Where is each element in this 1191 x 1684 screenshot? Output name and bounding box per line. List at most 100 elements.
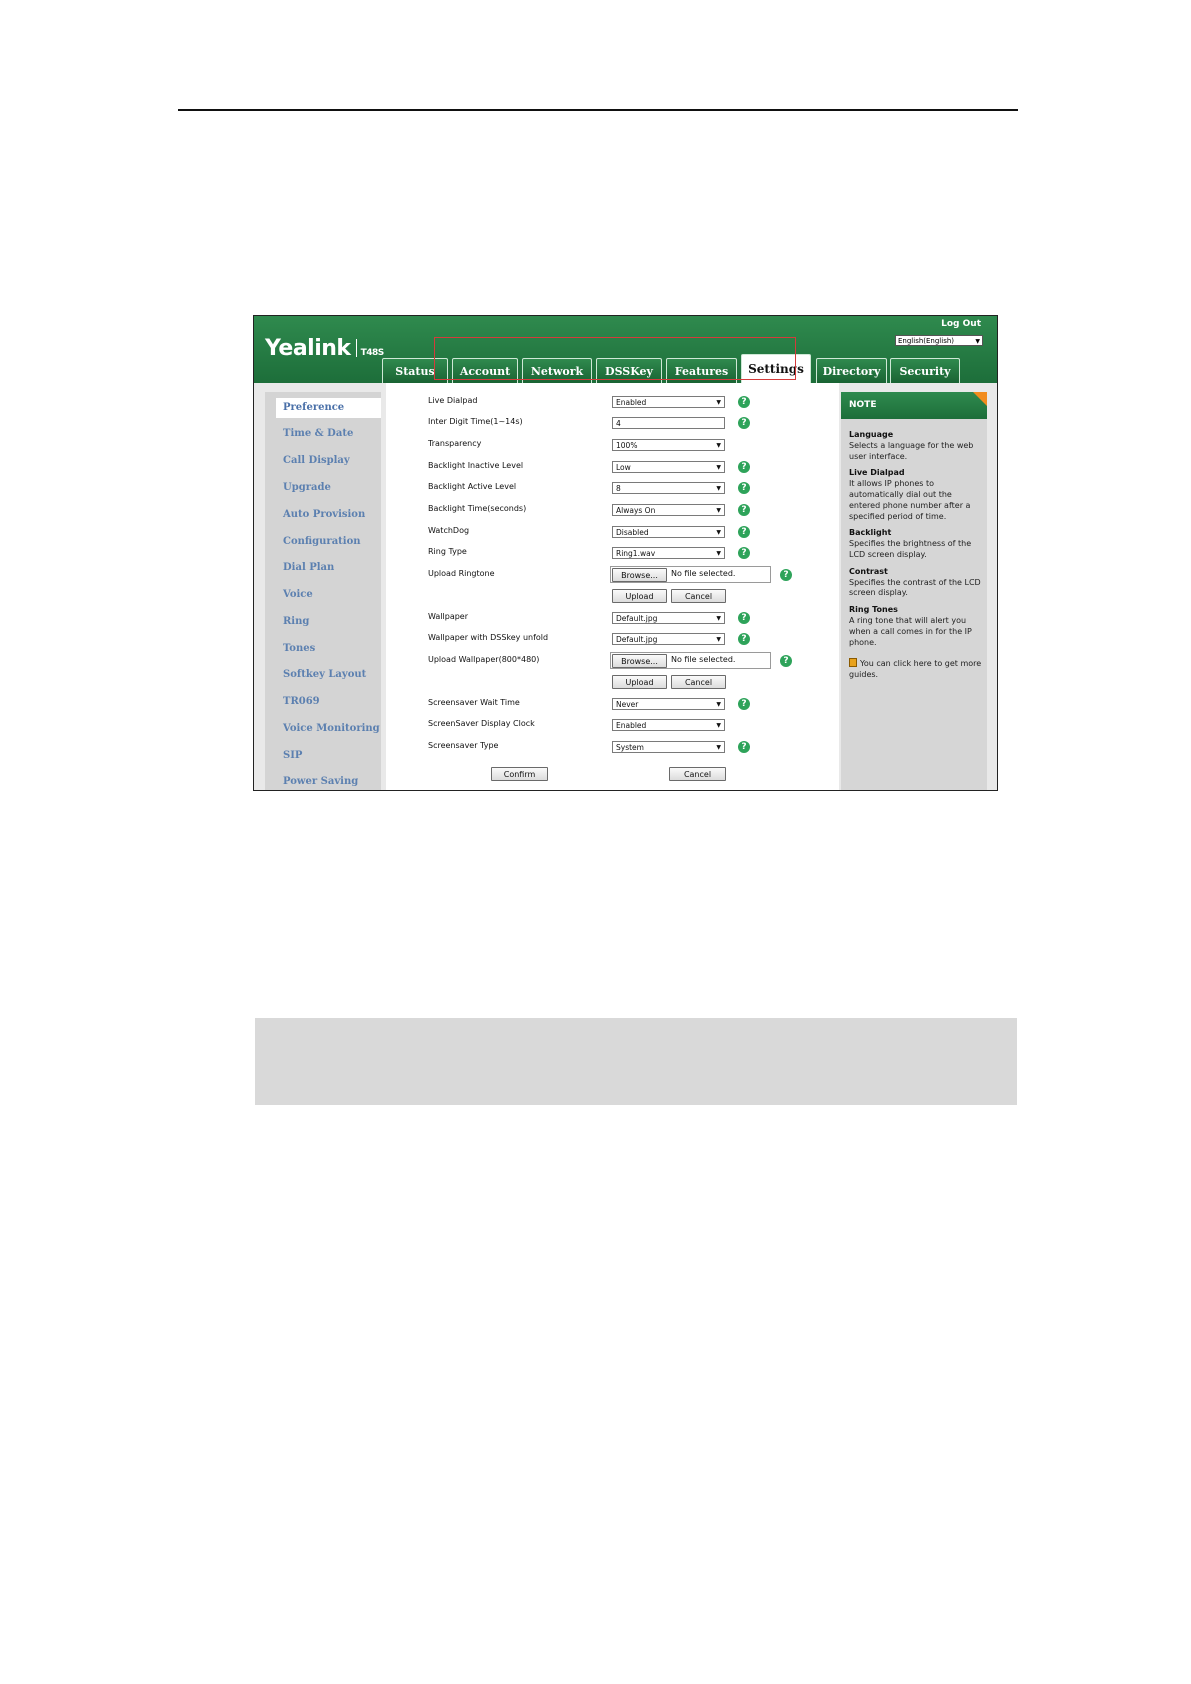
sidebar: Preference Time & Date Call Display Upgr… xyxy=(265,392,381,790)
note-panel: NOTE Language Selects a language for the… xyxy=(841,392,987,790)
chevron-down-icon: ▼ xyxy=(716,701,721,708)
sidebar-item-upgrade[interactable]: Upgrade xyxy=(283,482,331,493)
note-guide-link[interactable]: You can click here to get more guides. xyxy=(849,658,983,681)
chevron-down-icon: ▼ xyxy=(716,507,721,514)
help-icon[interactable]: ? xyxy=(738,461,750,473)
backlight-active-select[interactable]: 8 ▼ xyxy=(612,482,725,494)
backlight-active-label: Backlight Active Level xyxy=(428,482,517,491)
ringtone-upload-button[interactable]: Upload xyxy=(612,589,667,603)
chevron-down-icon: ▼ xyxy=(975,338,980,345)
wallpaper-cancel-button[interactable]: Cancel xyxy=(671,675,726,689)
help-icon[interactable]: ? xyxy=(738,504,750,516)
wallpaper-select[interactable]: Default.jpg ▼ xyxy=(612,612,725,624)
help-icon[interactable]: ? xyxy=(738,612,750,624)
help-icon[interactable]: ? xyxy=(738,741,750,753)
chevron-down-icon: ▼ xyxy=(716,550,721,557)
backlight-time-label: Backlight Time(seconds) xyxy=(428,504,527,513)
note-language-title: Language xyxy=(849,430,894,439)
backlight-inactive-label: Backlight Inactive Level xyxy=(428,461,524,470)
help-icon[interactable]: ? xyxy=(738,417,750,429)
sidebar-item-configuration[interactable]: Configuration xyxy=(283,536,361,547)
screensaver-type-select[interactable]: System ▼ xyxy=(612,741,725,753)
wallpaper-dsskey-label: Wallpaper with DSSkey unfold xyxy=(428,633,549,642)
chevron-down-icon: ▼ xyxy=(716,442,721,449)
inter-digit-label: Inter Digit Time(1~14s) xyxy=(428,417,523,426)
wallpaper-upload-button[interactable]: Upload xyxy=(612,675,667,689)
chevron-down-icon: ▼ xyxy=(716,529,721,536)
cancel-button[interactable]: Cancel xyxy=(669,767,726,781)
sidebar-item-auto-provision[interactable]: Auto Provision xyxy=(283,509,365,520)
sidebar-item-sip[interactable]: SIP xyxy=(283,750,302,761)
sidebar-item-ring[interactable]: Ring xyxy=(283,616,309,627)
help-icon[interactable]: ? xyxy=(780,569,792,581)
sidebar-item-preference[interactable]: Preference xyxy=(276,398,381,418)
note-live-dialpad-text: It allows IP phones to automatically dia… xyxy=(849,479,971,521)
backlight-inactive-select[interactable]: Low ▼ xyxy=(612,461,725,473)
watchdog-label: WatchDog xyxy=(428,526,470,535)
chevron-down-icon: ▼ xyxy=(716,636,721,643)
backlight-time-select[interactable]: Always On ▼ xyxy=(612,504,725,516)
help-icon[interactable]: ? xyxy=(738,526,750,538)
note-contrast-title: Contrast xyxy=(849,566,888,576)
sidebar-item-softkey-layout[interactable]: Softkey Layout xyxy=(283,669,366,680)
tab-directory[interactable]: Directory xyxy=(816,358,887,383)
note-language-text: Selects a language for the web user inte… xyxy=(849,440,974,461)
live-dialpad-select[interactable]: Enabled ▼ xyxy=(612,396,725,408)
transparency-label: Transparency xyxy=(428,439,482,448)
watchdog-select[interactable]: Disabled ▼ xyxy=(612,526,725,538)
chevron-down-icon: ▼ xyxy=(716,722,721,729)
yealink-logo: Yealink T48S xyxy=(265,336,384,361)
screensaver-wait-select[interactable]: Never ▼ xyxy=(612,698,725,710)
guide-book-icon xyxy=(849,658,857,668)
sidebar-item-tr069[interactable]: TR069 xyxy=(283,696,320,707)
chevron-down-icon: ▼ xyxy=(716,399,721,406)
confirm-button[interactable]: Confirm xyxy=(491,767,548,781)
chevron-down-icon: ▼ xyxy=(716,744,721,751)
help-icon[interactable]: ? xyxy=(738,482,750,494)
chevron-down-icon: ▼ xyxy=(716,485,721,492)
chevron-down-icon: ▼ xyxy=(716,615,721,622)
sidebar-item-tones[interactable]: Tones xyxy=(283,643,315,654)
wallpaper-dsskey-select[interactable]: Default.jpg ▼ xyxy=(612,633,725,645)
note-ringtones-text: A ring tone that will alert you when a c… xyxy=(849,615,972,647)
sidebar-item-call-display[interactable]: Call Display xyxy=(283,455,350,466)
language-select[interactable]: English(English) ▼ xyxy=(895,335,983,346)
transparency-select[interactable]: 100% ▼ xyxy=(612,439,725,451)
inter-digit-input[interactable]: 4 xyxy=(612,417,725,429)
sidebar-item-voice[interactable]: Voice xyxy=(283,589,313,600)
upload-wallpaper-highlight xyxy=(434,337,796,380)
sidebar-item-power-saving[interactable]: Power Saving xyxy=(283,776,358,787)
note-body: Language Selects a language for the web … xyxy=(849,430,983,681)
logout-link[interactable]: Log Out xyxy=(941,319,981,329)
ringtone-browse-button[interactable]: Browse... xyxy=(612,568,667,582)
help-icon[interactable]: ? xyxy=(738,633,750,645)
help-icon[interactable]: ? xyxy=(738,698,750,710)
page-header-rule xyxy=(178,109,1018,111)
screensaver-clock-select[interactable]: Enabled ▼ xyxy=(612,719,725,731)
note-live-dialpad-title: Live Dialpad xyxy=(849,468,905,478)
screensaver-type-label: Screensaver Type xyxy=(428,741,499,750)
screensaver-wait-label: Screensaver Wait Time xyxy=(428,698,520,707)
ring-type-label: Ring Type xyxy=(428,547,467,556)
upload-ringtone-label: Upload Ringtone xyxy=(428,569,495,578)
note-backlight-title: Backlight xyxy=(849,528,892,538)
upload-wallpaper-label: Upload Wallpaper(800*480) xyxy=(428,655,540,664)
chevron-down-icon: ▼ xyxy=(716,464,721,471)
wallpaper-browse-button[interactable]: Browse... xyxy=(612,654,667,668)
ringtone-file-name: No file selected. xyxy=(671,569,736,578)
help-icon[interactable]: ? xyxy=(738,547,750,559)
help-icon[interactable]: ? xyxy=(780,655,792,667)
sidebar-item-voice-monitoring[interactable]: Voice Monitoring xyxy=(283,723,380,734)
help-icon[interactable]: ? xyxy=(738,396,750,408)
sidebar-item-time-date[interactable]: Time & Date xyxy=(283,428,353,439)
note-contrast-text: Specifies the contrast of the LCD screen… xyxy=(849,577,981,598)
wallpaper-label: Wallpaper xyxy=(428,612,469,621)
ring-type-select[interactable]: Ring1.wav ▼ xyxy=(612,547,725,559)
screensaver-clock-label: ScreenSaver Display Clock xyxy=(428,719,535,728)
wallpaper-file-name: No file selected. xyxy=(671,655,736,664)
live-dialpad-label: Live Dialpad xyxy=(428,396,478,405)
note-backlight-text: Specifies the brightness of the LCD scre… xyxy=(849,539,972,559)
sidebar-item-dial-plan[interactable]: Dial Plan xyxy=(283,562,334,573)
ringtone-cancel-button[interactable]: Cancel xyxy=(671,589,726,603)
tab-security[interactable]: Security xyxy=(890,358,960,383)
